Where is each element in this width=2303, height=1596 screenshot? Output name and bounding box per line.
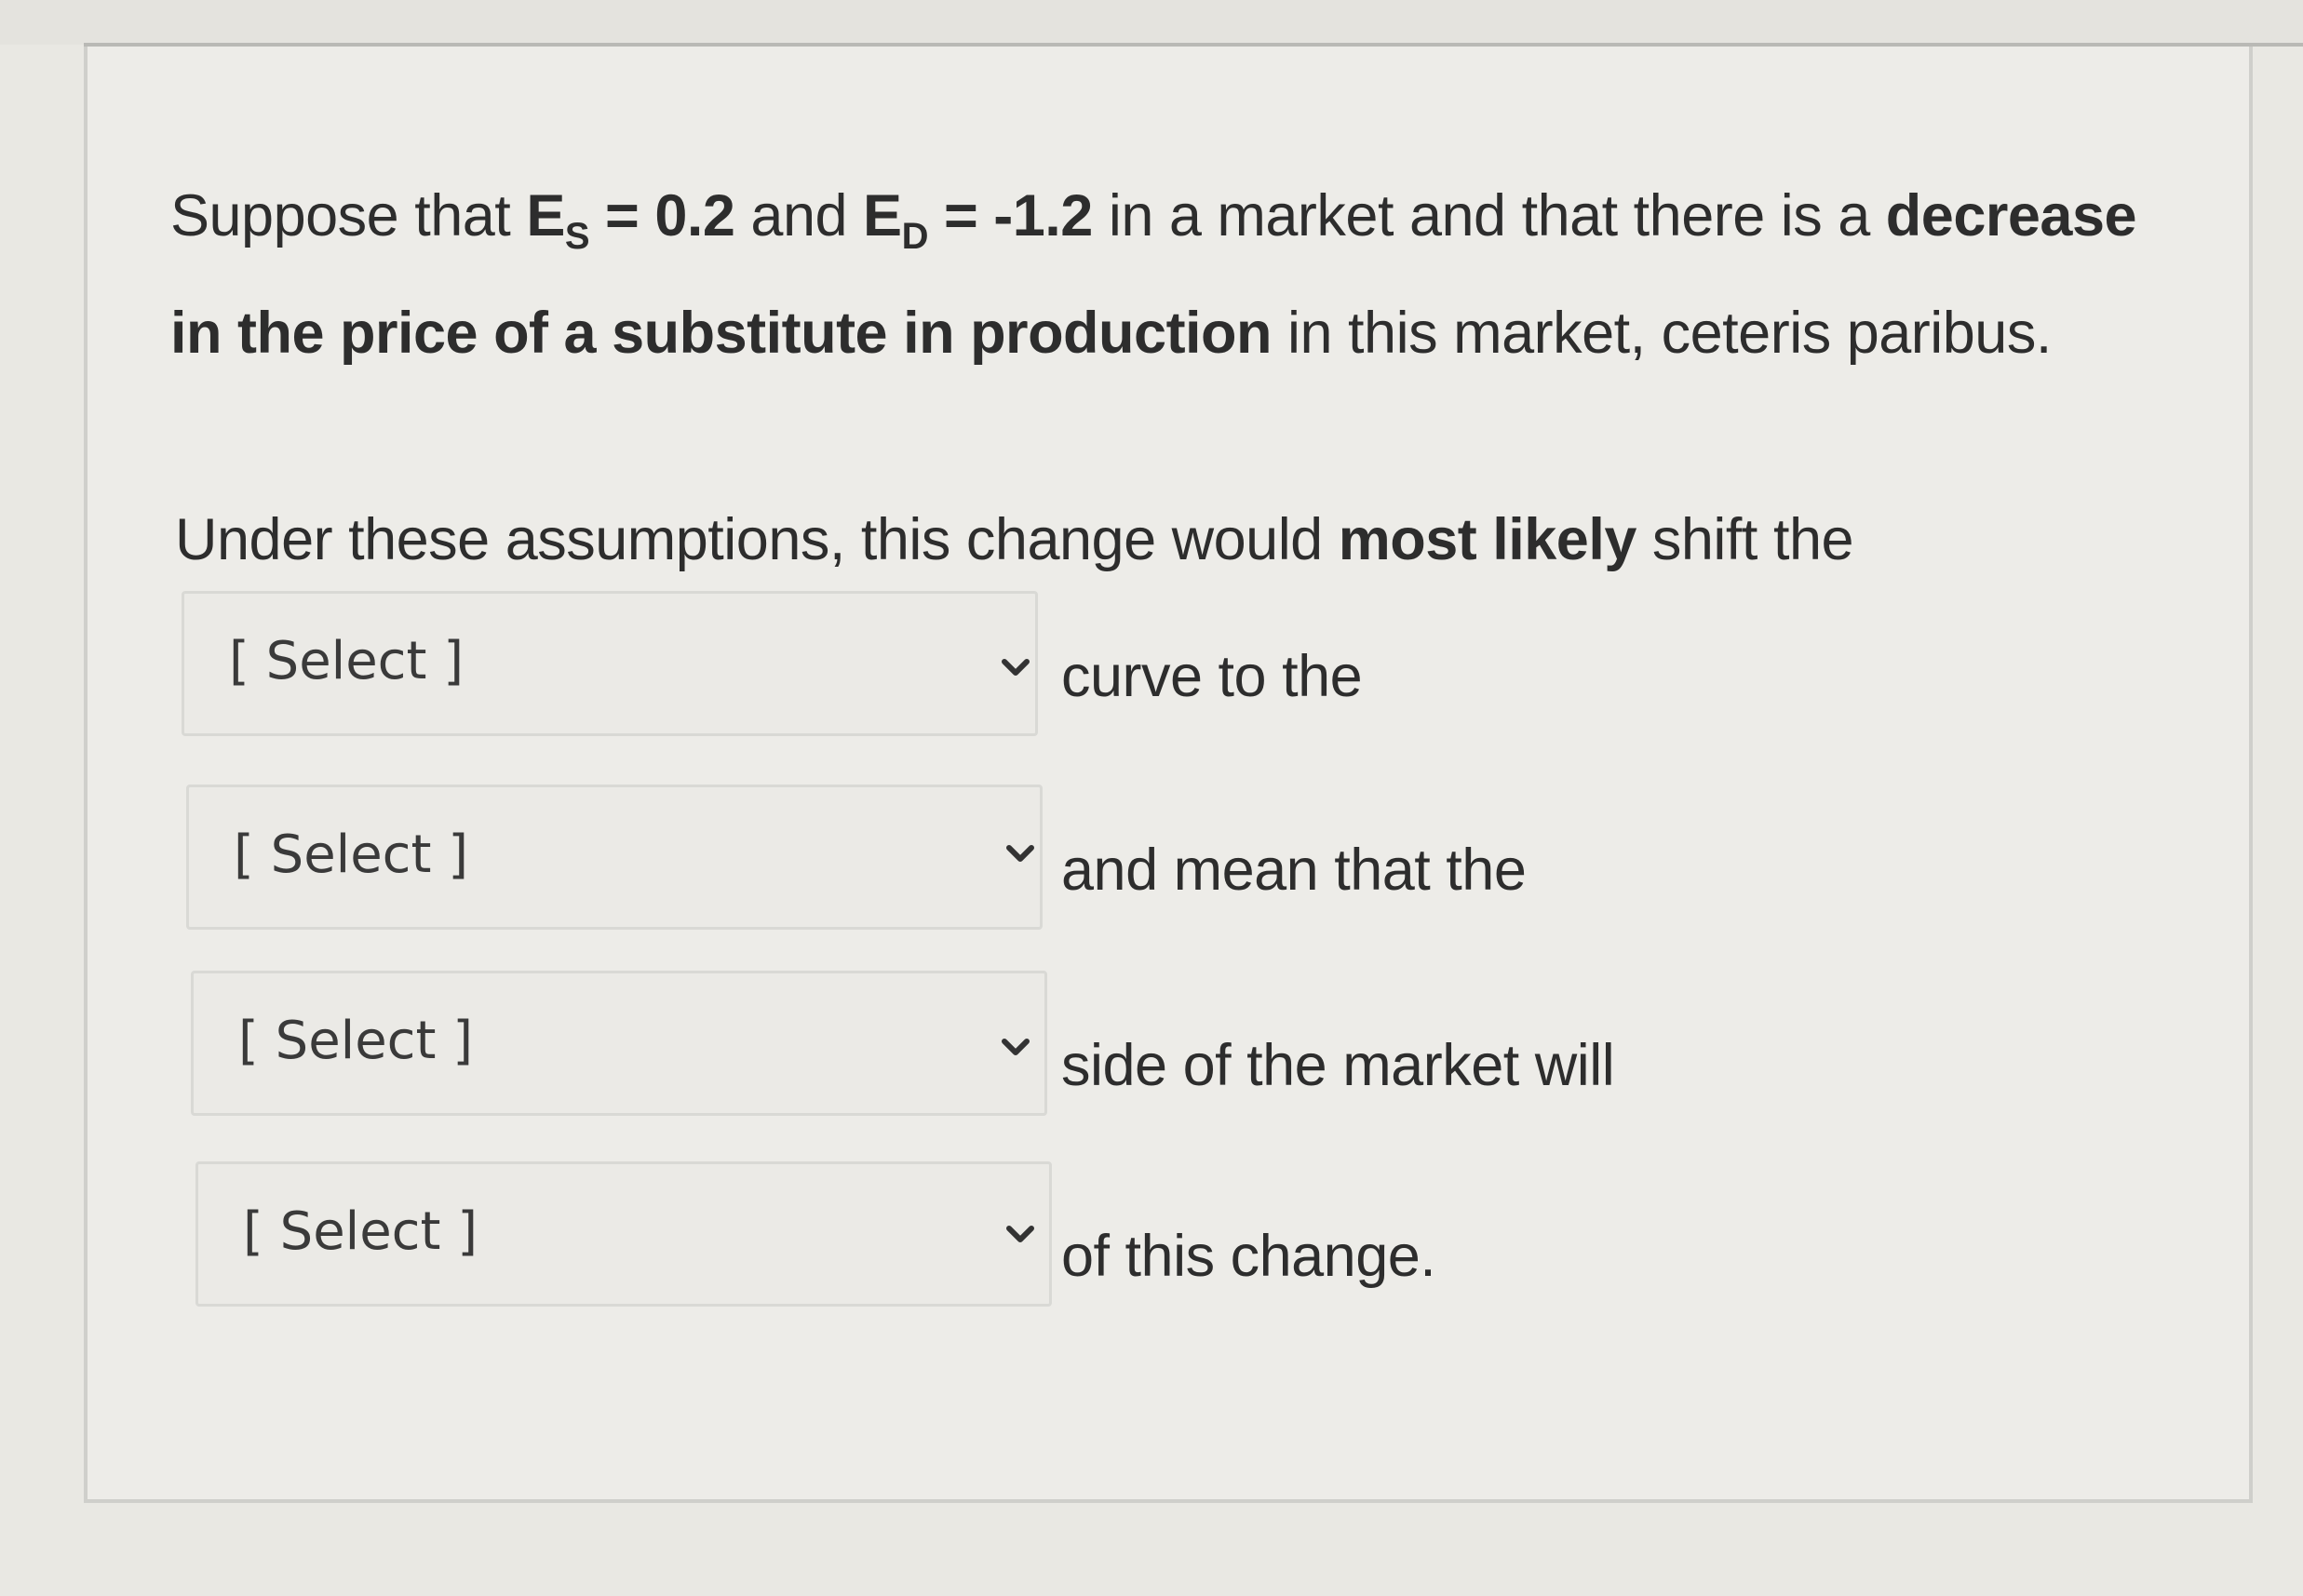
answer-dropdown-2[interactable]: [ Select ]: [186, 785, 1043, 930]
chevron-down-icon[interactable]: [1001, 1036, 1030, 1058]
top-strip: [0, 0, 2303, 45]
dropdown-value: [ Select ]: [243, 1201, 478, 1262]
dropdown-value: [ Select ]: [229, 631, 465, 691]
dropdown-trailing-text: of this change.: [1061, 1224, 1436, 1289]
dropdown-value: [ Select ]: [234, 825, 469, 885]
answer-dropdown-3[interactable]: [ Select ]: [191, 971, 1047, 1116]
prompt-emphasis: most likely: [1338, 507, 1637, 572]
dropdown-trailing-text: curve to the: [1061, 644, 1363, 709]
supply-elasticity-symbol: ES = 0.2: [526, 183, 735, 257]
dropdown-trailing-text: side of the market will: [1061, 1033, 1615, 1098]
demand-elasticity-symbol: ED = -1.2: [863, 183, 1093, 257]
question-text-part: Suppose that: [170, 183, 527, 248]
question-text-part: in a market and that there is a: [1092, 183, 1886, 248]
answer-dropdown-1[interactable]: [ Select ]: [182, 591, 1038, 736]
question-text: Suppose that ES = 0.2 and ED = -1.2 in a…: [170, 168, 2153, 382]
chevron-down-icon[interactable]: [1005, 1223, 1035, 1245]
dropdown-value: [ Select ]: [238, 1011, 474, 1071]
prompt-line: Under these assumptions, this change wou…: [175, 507, 1854, 572]
chevron-down-icon[interactable]: [1001, 656, 1030, 678]
chevron-down-icon[interactable]: [1005, 842, 1035, 865]
question-text-part: in this market, ceteris paribus.: [1272, 301, 2052, 366]
question-text-part: and: [734, 183, 864, 248]
answer-dropdown-4[interactable]: [ Select ]: [195, 1161, 1052, 1307]
dropdown-trailing-text: and mean that the: [1061, 838, 1527, 903]
